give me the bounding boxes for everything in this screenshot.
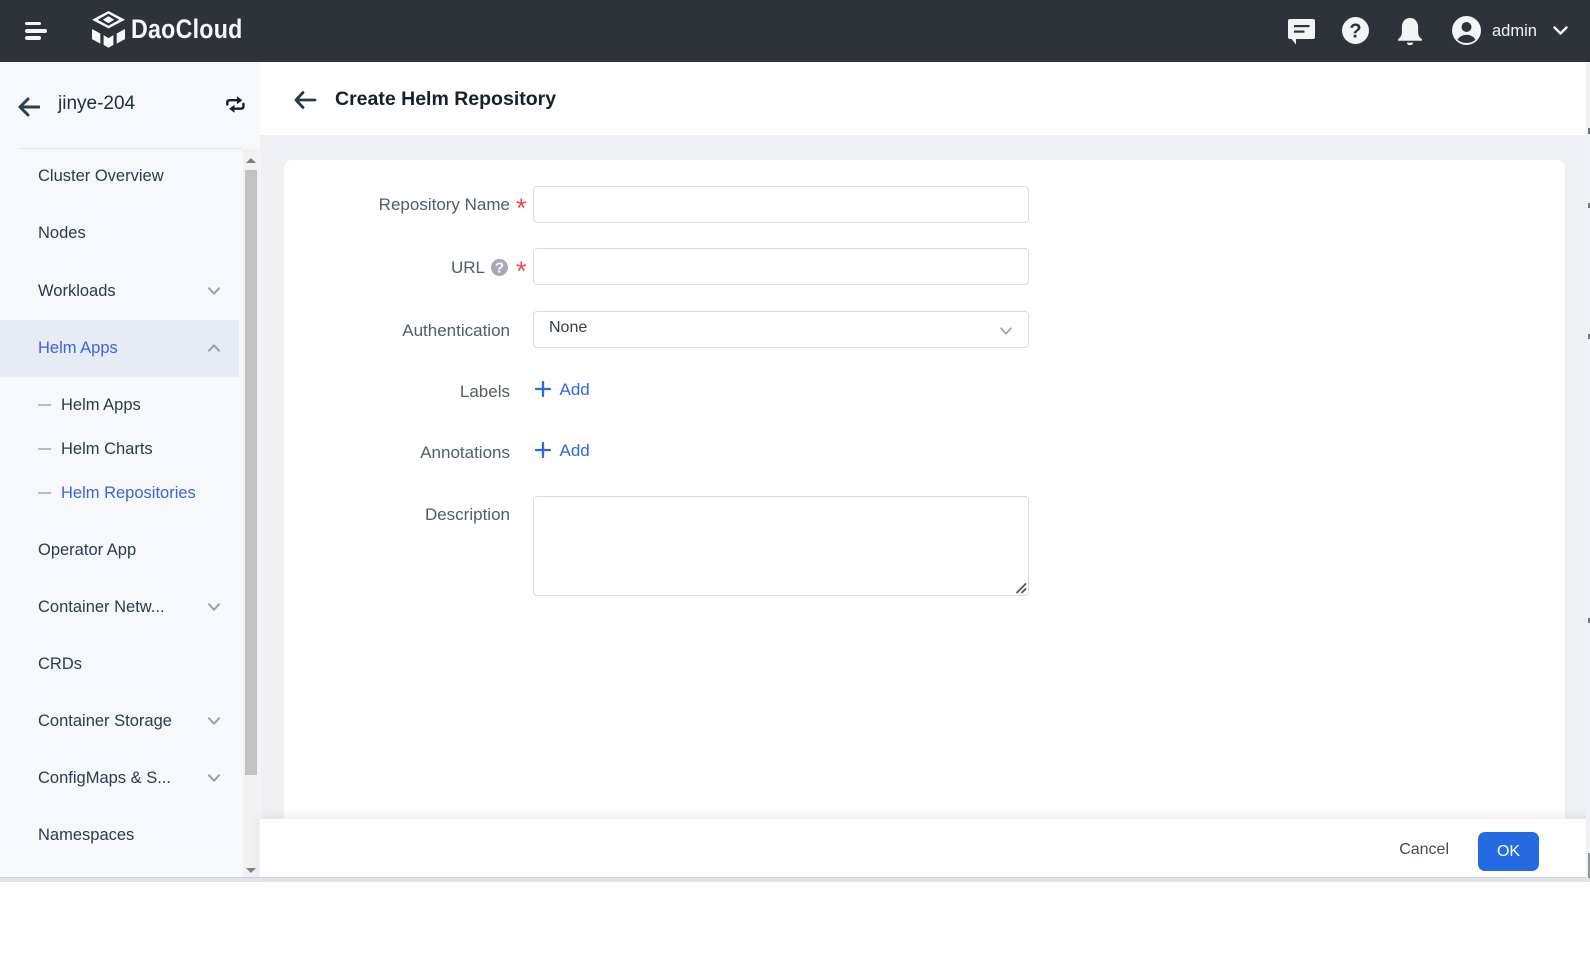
svg-text:?: ? bbox=[495, 260, 504, 276]
svg-text:?: ? bbox=[1349, 21, 1361, 43]
